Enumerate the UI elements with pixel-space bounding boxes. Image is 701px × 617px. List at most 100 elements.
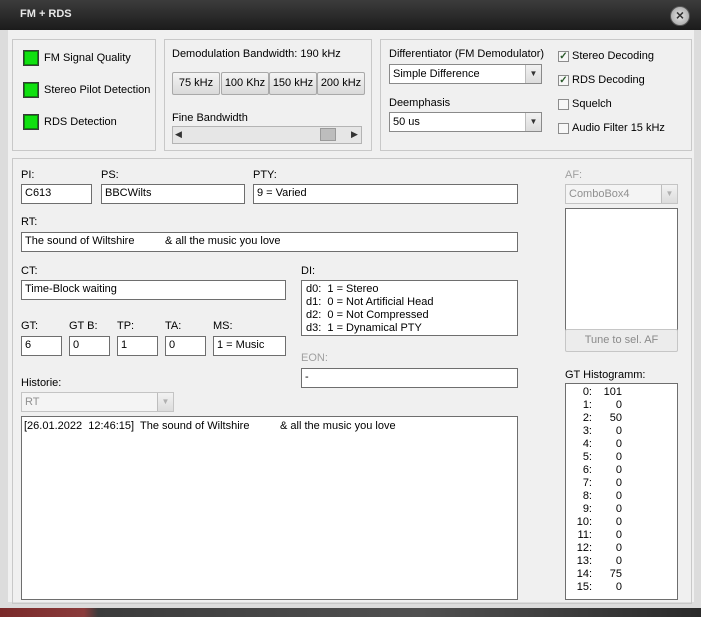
stereo-decoding-checkbox[interactable]: ✓ xyxy=(558,51,569,62)
chevron-down-icon[interactable]: ▼ xyxy=(157,393,173,411)
histogram-row: 10: 0 xyxy=(566,516,677,529)
ct-label: CT: xyxy=(21,265,38,277)
rds-decoding-label[interactable]: RDS Decoding xyxy=(572,74,645,86)
deemphasis-select[interactable]: 50 us ▼ xyxy=(389,112,542,132)
histogram-row: 15: 0 xyxy=(566,581,677,594)
histogram-key: 9: xyxy=(582,503,592,515)
histogram-key: 1: xyxy=(582,399,592,411)
bw-100-button[interactable]: 100 Khz xyxy=(221,72,269,95)
histogram-value: 0 xyxy=(615,477,622,489)
list-item[interactable]: [26.01.2022 12:46:15] The sound of Wilts… xyxy=(24,420,515,433)
differentiator-group: Differentiator (FM Demodulator) Simple D… xyxy=(380,39,692,151)
histogram-value: 0 xyxy=(615,581,622,593)
gt-histogram-label: GT Histogramm: xyxy=(565,369,646,381)
histogram-key: 7: xyxy=(582,477,592,489)
demod-bandwidth-label: Demodulation Bandwidth: 190 kHz xyxy=(172,48,341,60)
gt-histogram-box[interactable]: 0: 101 1: 0 2: 50 3: 0 4: 0 5: 0 6: 0 7: 0 8: 0 9: 0 10: 0 11:… xyxy=(565,383,678,600)
di-label: DI: xyxy=(301,265,316,277)
audio-filter-label[interactable]: Audio Filter 15 kHz xyxy=(572,122,665,134)
histogram-value: 0 xyxy=(615,451,622,463)
pty-field[interactable]: 9 = Varied xyxy=(253,184,518,204)
stereo-pilot-label: Stereo Pilot Detection xyxy=(44,84,151,96)
gtb-field[interactable]: 0 xyxy=(69,336,110,356)
rds-decoding-checkbox[interactable]: ✓ xyxy=(558,75,569,86)
historie-label: Historie: xyxy=(21,377,62,389)
bw-150-button[interactable]: 150 kHz xyxy=(269,72,317,95)
squelch-checkbox[interactable] xyxy=(558,99,569,110)
histogram-key: 0: xyxy=(582,386,592,398)
chevron-down-icon[interactable]: ▼ xyxy=(525,113,541,131)
histogram-row: 6: 0 xyxy=(566,464,677,477)
deemphasis-label: Deemphasis xyxy=(389,97,451,109)
fm-rds-window: FM + RDS × FM Signal Quality Stereo Pilo… xyxy=(0,0,701,608)
histogram-value: 0 xyxy=(615,542,622,554)
histogram-row: 12: 0 xyxy=(566,542,677,555)
bw-75-button[interactable]: 75 kHz xyxy=(172,72,220,95)
fm-signal-quality-label: FM Signal Quality xyxy=(44,52,131,64)
histogram-row: 9: 0 xyxy=(566,503,677,516)
differentiator-select[interactable]: Simple Difference ▼ xyxy=(389,64,542,84)
eon-label: EON: xyxy=(301,352,328,364)
close-button[interactable]: × xyxy=(670,6,690,26)
title-bar[interactable]: FM + RDS × xyxy=(0,0,701,30)
slider-right-arrow-icon[interactable]: ▶ xyxy=(351,129,358,140)
di-box[interactable]: d0: 1 = Stereo d1: 0 = Not Artificial He… xyxy=(301,280,518,336)
histogram-value: 0 xyxy=(615,399,622,411)
history-list[interactable]: [26.01.2022 12:46:15] The sound of Wilts… xyxy=(21,416,518,600)
audio-filter-checkbox[interactable] xyxy=(558,123,569,134)
af-list[interactable] xyxy=(565,208,678,333)
fine-bandwidth-slider[interactable]: ◀ ▶ xyxy=(172,126,362,144)
histogram-row: 5: 0 xyxy=(566,451,677,464)
ms-label: MS: xyxy=(213,320,233,332)
histogram-key: 10: xyxy=(576,516,592,528)
fine-bandwidth-label: Fine Bandwidth xyxy=(172,112,248,124)
rds-detection-label: RDS Detection xyxy=(44,116,117,128)
ps-label: PS: xyxy=(101,169,119,181)
histogram-key: 11: xyxy=(577,529,592,541)
ta-field[interactable]: 0 xyxy=(165,336,206,356)
histogram-value: 0 xyxy=(615,438,622,450)
ps-field[interactable]: BBCWilts xyxy=(101,184,245,204)
histogram-value: 75 xyxy=(609,568,622,580)
histogram-value: 0 xyxy=(615,529,622,541)
tp-field[interactable]: 1 xyxy=(117,336,158,356)
di-line: d2: 0 = Not Compressed xyxy=(306,309,429,321)
squelch-label[interactable]: Squelch xyxy=(572,98,612,110)
differentiator-label: Differentiator (FM Demodulator) xyxy=(389,48,545,60)
histogram-row: 4: 0 xyxy=(566,438,677,451)
rds-group: PI: C613 PS: BBCWilts PTY: 9 = Varied RT… xyxy=(12,158,692,604)
histogram-row: 7: 0 xyxy=(566,477,677,490)
eon-field[interactable]: - xyxy=(301,368,518,388)
slider-left-arrow-icon[interactable]: ◀ xyxy=(175,129,182,140)
histogram-row: 3: 0 xyxy=(566,425,677,438)
tune-to-af-button[interactable]: Tune to sel. AF xyxy=(565,329,678,352)
bw-200-button[interactable]: 200 kHz xyxy=(317,72,365,95)
histogram-key: 8: xyxy=(582,490,592,502)
af-combo-value: ComboBox4 xyxy=(569,188,630,200)
client-area: FM Signal Quality Stereo Pilot Detection… xyxy=(8,30,694,604)
rt-field[interactable]: The sound of Wiltshire & all the music y… xyxy=(21,232,518,252)
af-combo[interactable]: ComboBox4 ▼ xyxy=(565,184,678,204)
ms-field[interactable]: 1 = Music xyxy=(213,336,286,356)
histogram-value: 101 xyxy=(603,386,622,398)
chevron-down-icon[interactable]: ▼ xyxy=(661,185,677,203)
histogram-row: 8: 0 xyxy=(566,490,677,503)
histogram-value: 0 xyxy=(615,425,622,437)
gt-field[interactable]: 6 xyxy=(21,336,62,356)
deemphasis-value: 50 us xyxy=(393,116,420,128)
close-icon: × xyxy=(675,7,685,23)
historie-select[interactable]: RT ▼ xyxy=(21,392,174,412)
histogram-value: 0 xyxy=(615,555,622,567)
histogram-row: 0: 101 xyxy=(566,386,677,399)
slider-thumb[interactable] xyxy=(320,128,336,141)
chevron-down-icon[interactable]: ▼ xyxy=(525,65,541,83)
ct-field[interactable]: Time-Block waiting xyxy=(21,280,286,300)
histogram-value: 0 xyxy=(615,503,622,515)
di-line: d3: 1 = Dynamical PTY xyxy=(306,322,422,334)
stereo-decoding-label[interactable]: Stereo Decoding xyxy=(572,50,654,62)
histogram-key: 4: xyxy=(582,438,592,450)
tp-label: TP: xyxy=(117,320,135,332)
histogram-row: 14: 75 xyxy=(566,568,677,581)
pi-field[interactable]: C613 xyxy=(21,184,92,204)
histogram-key: 14: xyxy=(576,568,592,580)
